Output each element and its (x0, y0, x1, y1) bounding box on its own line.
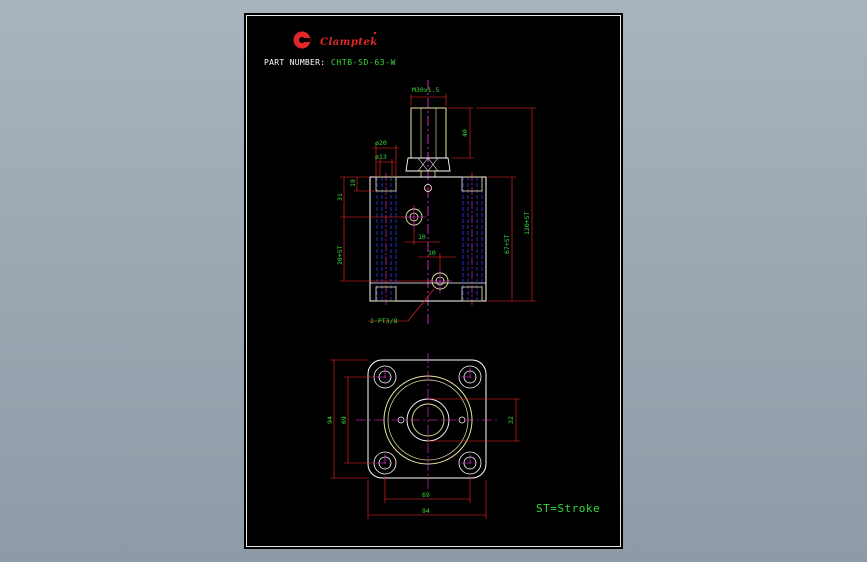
drawing-sheet: Clamptek PART NUMBER: CHTB-SD-63-W M30x1… (244, 13, 623, 549)
square-94-vertical-dimension (330, 359, 368, 479)
dia-outer-label: ø20 (375, 139, 387, 147)
part-number-value: CHTB-SD-63-W (331, 58, 396, 67)
clamptek-logo: Clamptek (293, 31, 378, 49)
bore-centerlines (385, 173, 473, 305)
stroke-note: ST=Stroke (536, 502, 600, 515)
body-length-label: 67+ST (503, 234, 511, 254)
port-crosshairs (402, 205, 452, 293)
pitch-69-h-label: 69 (422, 491, 430, 499)
rod-fitting (410, 107, 447, 159)
counterbores (375, 176, 483, 302)
thread-label: M30x1.5 (412, 86, 439, 94)
total-length-dimension (476, 107, 536, 302)
hidden-bores (376, 177, 483, 301)
square-94-h-label: 94 (422, 507, 430, 515)
total-length-label: 120+ST (523, 211, 531, 235)
flat-32-label: 32 (507, 416, 515, 424)
offset-10b-label: 10 (428, 249, 436, 257)
bore-diameter-dimensions (373, 145, 399, 177)
pitch-69-v-label: 69 (340, 416, 348, 424)
height-31-label: 31 (336, 193, 344, 201)
bottom-view: 94 69 32 69 94 (326, 353, 520, 519)
rod-length-label: 40 (461, 129, 469, 137)
ports-label: 2-PT3/8 (370, 317, 397, 325)
bottom-centerlines (356, 353, 498, 489)
technical-drawing: Clamptek PART NUMBER: CHTB-SD-63-W M30x1… (264, 31, 600, 519)
leader-diagonal (407, 288, 435, 322)
square-94-v-label: 94 (326, 416, 334, 424)
registered-mark (373, 31, 377, 35)
body-length-dimension (488, 176, 516, 301)
height-19-label: 19 (349, 179, 357, 187)
offset-10a-label: 10 (418, 233, 426, 241)
port-spacing-label: 20+ST (336, 245, 344, 265)
side-view: M30x1.5 40 120+ST 67+ST ø20 ø13 31 19 20… (336, 80, 536, 325)
thread-dimension (410, 94, 447, 106)
part-number-label: PART NUMBER: (264, 58, 325, 67)
logo-center (299, 37, 305, 43)
dia-inner-label: ø13 (375, 153, 387, 161)
brand-name: Clamptek (320, 37, 378, 48)
